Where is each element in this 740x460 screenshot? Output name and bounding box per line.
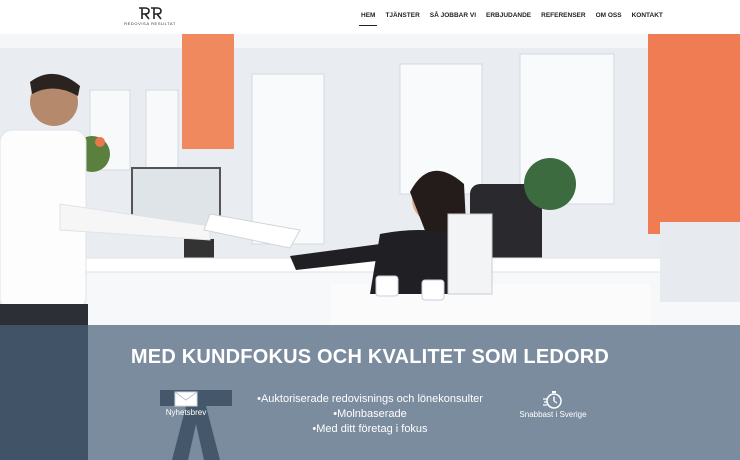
fast-badge: Snabbast i Sverige <box>510 390 596 424</box>
nav-item-sa-jobbar-vi[interactable]: SÅ JOBBAR VI <box>425 0 481 34</box>
nav-item-erbjudande[interactable]: ERBJUDANDE <box>481 0 536 34</box>
nav-item-om-oss[interactable]: OM OSS <box>591 0 627 34</box>
nav-item-referenser[interactable]: REFERENSER <box>536 0 590 34</box>
logo-mark-icon <box>139 7 162 20</box>
fast-label: Snabbast i Sverige <box>519 410 587 419</box>
stopwatch-icon <box>543 391 562 409</box>
feature-list: •Auktoriserade redovisnings och lönekons… <box>0 392 740 437</box>
feature-item: •Auktoriserade redovisnings och lönekons… <box>257 393 483 405</box>
feature-item: •Molnbaserade <box>333 408 407 420</box>
main-nav: HEM TJÄNSTER SÅ JOBBAR VI ERBJUDANDE REF… <box>356 0 668 34</box>
hero-headline: MED KUNDFOKUS OCH KVALITET SOM LEDORD <box>130 346 610 368</box>
logo[interactable]: REDOVISA RESULTAT <box>122 7 178 29</box>
nav-item-hem[interactable]: HEM <box>356 0 380 34</box>
envelope-icon <box>174 391 198 407</box>
newsletter-link[interactable]: Nyhetsbrev <box>163 388 209 422</box>
feature-item: •Med ditt företag i fokus <box>312 423 428 435</box>
newsletter-label: Nyhetsbrev <box>165 408 207 417</box>
nav-item-kontakt[interactable]: KONTAKT <box>627 0 668 34</box>
nav-item-tjanster[interactable]: TJÄNSTER <box>380 0 424 34</box>
logo-text: REDOVISA RESULTAT <box>124 21 176 26</box>
site-header: REDOVISA RESULTAT HEM TJÄNSTER SÅ JOBBAR… <box>0 0 740 34</box>
